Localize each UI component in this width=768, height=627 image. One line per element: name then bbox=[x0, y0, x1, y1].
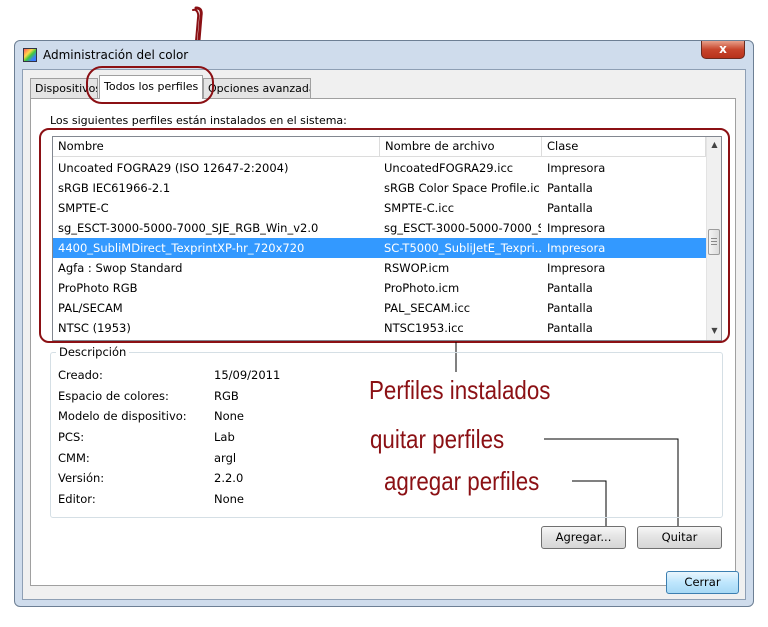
profile-list[interactable]: Nombre Nombre de archivo Clase Uncoated … bbox=[52, 136, 722, 341]
grip-icon bbox=[711, 238, 717, 246]
table-row[interactable]: PAL/SECAM PAL_SECAM.icc Pantalla bbox=[53, 298, 706, 318]
column-header-nombre-archivo[interactable]: Nombre de archivo bbox=[380, 137, 542, 157]
tab-opciones-avanzadas[interactable]: Opciones avanzadas bbox=[203, 78, 311, 98]
cell-file: SC-T5000_SubliJetE_Texpri... bbox=[384, 241, 541, 255]
agregar-button[interactable]: Agregar... bbox=[541, 526, 626, 549]
value-editor: None bbox=[214, 492, 245, 506]
cell-name: NTSC (1953) bbox=[58, 321, 131, 335]
value-version: 2.2.0 bbox=[214, 471, 244, 485]
description-legend: Descripción bbox=[56, 345, 130, 359]
scroll-down-icon[interactable]: ▼ bbox=[707, 323, 721, 339]
table-row[interactable]: Uncoated FOGRA29 (ISO 12647-2:2004) Unco… bbox=[53, 158, 706, 178]
cell-class: Pantalla bbox=[547, 281, 593, 295]
annotation-quitar-perfiles: quitar perfiles bbox=[370, 424, 505, 454]
cell-class: Impresora bbox=[547, 241, 606, 255]
cell-name: sRGB IEC61966-2.1 bbox=[58, 181, 171, 195]
cell-class: Pantalla bbox=[547, 301, 593, 315]
close-button[interactable]: x bbox=[701, 41, 745, 59]
quitar-button[interactable]: Quitar bbox=[637, 526, 722, 549]
column-header-clase[interactable]: Clase bbox=[542, 137, 706, 157]
cell-name: PAL/SECAM bbox=[58, 301, 123, 315]
cell-file: NTSC1953.icc bbox=[384, 321, 464, 335]
cell-class: Pantalla bbox=[547, 201, 593, 215]
scroll-up-icon[interactable]: ▲ bbox=[707, 137, 721, 153]
label-cmm: CMM: bbox=[58, 451, 90, 465]
cell-file: sRGB Color Space Profile.ic... bbox=[384, 181, 541, 195]
cell-file: RSWOP.icm bbox=[384, 261, 450, 275]
table-row[interactable]: ProPhoto RGB ProPhoto.icm Pantalla bbox=[53, 278, 706, 298]
cell-name: SMPTE-C bbox=[58, 201, 109, 215]
cell-class: Pantalla bbox=[547, 321, 593, 335]
cell-name: sg_ESCT-3000-5000-7000_SJE_RGB_Win_v2.0 bbox=[58, 221, 319, 235]
value-pcs: Lab bbox=[214, 430, 235, 444]
annotation-perfiles-instalados: Perfiles instalados bbox=[369, 375, 551, 405]
value-espacio-colores: RGB bbox=[214, 389, 239, 403]
table-row-selected[interactable]: 4400_SubliMDirect_TexprintXP-hr_720x720 … bbox=[53, 238, 706, 258]
cell-file: sg_ESCT-3000-5000-7000_S... bbox=[384, 221, 541, 235]
value-modelo-dispositivo: None bbox=[214, 409, 245, 423]
cell-class: Impresora bbox=[547, 261, 606, 275]
cell-class: Pantalla bbox=[547, 181, 593, 195]
cell-name: Uncoated FOGRA29 (ISO 12647-2:2004) bbox=[58, 161, 289, 175]
table-row[interactable]: sg_ESCT-3000-5000-7000_SJE_RGB_Win_v2.0 … bbox=[53, 218, 706, 238]
tab-dispositivos[interactable]: Dispositivos bbox=[30, 78, 98, 98]
label-editor: Editor: bbox=[58, 492, 96, 506]
label-creado: Creado: bbox=[58, 368, 103, 382]
title-bar[interactable]: Administración del color x bbox=[15, 41, 753, 69]
vertical-scrollbar[interactable]: ▲ ▼ bbox=[706, 137, 721, 340]
cell-class: Impresora bbox=[547, 161, 606, 175]
annotation-agregar-perfiles: agregar perfiles bbox=[384, 466, 540, 496]
column-header-nombre[interactable]: Nombre bbox=[53, 137, 380, 157]
tab-todos-los-perfiles[interactable]: Todos los perfiles bbox=[99, 75, 203, 99]
cell-name: ProPhoto RGB bbox=[58, 281, 138, 295]
cell-file: UncoatedFOGRA29.icc bbox=[384, 161, 514, 175]
window-title: Administración del color bbox=[43, 48, 189, 62]
cell-name: 4400_SubliMDirect_TexprintXP-hr_720x720 bbox=[58, 241, 305, 255]
cell-file: PAL_SECAM.icc bbox=[384, 301, 471, 315]
value-creado: 15/09/2011 bbox=[214, 368, 281, 382]
table-row[interactable]: NTSC (1953) NTSC1953.icc Pantalla bbox=[53, 318, 706, 338]
profiles-caption: Los siguientes perfiles están instalados… bbox=[50, 114, 347, 127]
label-version: Versión: bbox=[58, 471, 105, 485]
label-espacio-colores: Espacio de colores: bbox=[58, 389, 169, 403]
table-row[interactable]: SMPTE-C SMPTE-C.icc Pantalla bbox=[53, 198, 706, 218]
table-row[interactable]: sRGB IEC61966-2.1 sRGB Color Space Profi… bbox=[53, 178, 706, 198]
cell-file: ProPhoto.icm bbox=[384, 281, 460, 295]
cell-class: Impresora bbox=[547, 221, 606, 235]
cell-file: SMPTE-C.icc bbox=[384, 201, 455, 215]
cerrar-button[interactable]: Cerrar bbox=[666, 571, 739, 594]
label-modelo-dispositivo: Modelo de dispositivo: bbox=[58, 409, 187, 423]
color-management-icon bbox=[23, 48, 37, 62]
table-row[interactable]: Agfa : Swop Standard RSWOP.icm Impresora bbox=[53, 258, 706, 278]
cell-name: Agfa : Swop Standard bbox=[58, 261, 183, 275]
value-cmm: argl bbox=[214, 451, 237, 465]
label-pcs: PCS: bbox=[58, 430, 85, 444]
scroll-thumb[interactable] bbox=[708, 229, 720, 255]
